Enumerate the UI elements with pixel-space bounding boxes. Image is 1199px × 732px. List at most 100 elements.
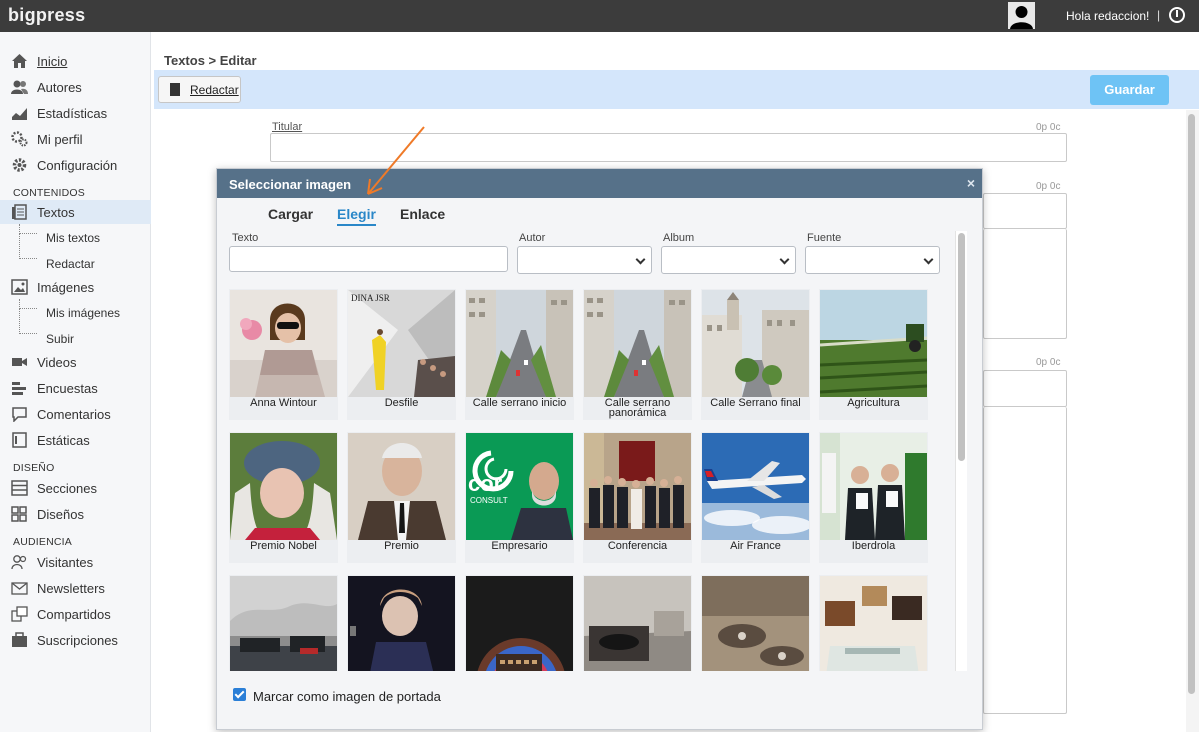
image-card[interactable]: Calle serrano panorámica	[583, 289, 692, 420]
image-thumbnail	[584, 576, 691, 671]
image-card[interactable]	[701, 575, 810, 671]
sidebar-item-label: Visitantes	[37, 555, 94, 570]
sidebar-item-label: Mis textos	[46, 231, 101, 245]
sidebar-item-label: Diseños	[37, 507, 84, 522]
texto-label: Texto	[232, 232, 259, 244]
image-thumbnail	[348, 576, 455, 671]
editor-toolbar	[154, 70, 1199, 109]
sidebar-item-disenos[interactable]: Diseños	[0, 502, 151, 526]
sidebar-item-newsletters[interactable]: Newsletters	[0, 576, 151, 600]
sidebar-item-configuracion[interactable]: Configuración	[0, 153, 151, 177]
sidebar-item-compartidos[interactable]: Compartidos	[0, 602, 151, 626]
cover-image-checkbox[interactable]	[233, 688, 246, 701]
sidebar-item-visitantes[interactable]: Visitantes	[0, 550, 151, 574]
svg-text:cor: cor	[468, 471, 503, 496]
image-card[interactable]: DINA JSR Desfile	[347, 289, 456, 420]
cover-image-checkbox-label[interactable]: Marcar como imagen de portada	[253, 689, 441, 704]
documents-icon	[12, 204, 27, 220]
album-select[interactable]	[661, 246, 796, 274]
sidebar-item-label: Comentarios	[37, 407, 111, 422]
annotation-arrow-icon	[367, 126, 425, 195]
image-caption: Desfile	[384, 397, 419, 409]
image-card[interactable]: Calle Serrano final	[701, 289, 810, 420]
sidebar-item-comentarios[interactable]: Comentarios	[0, 402, 151, 426]
image-card[interactable]	[347, 575, 456, 671]
image-card[interactable]	[819, 575, 928, 671]
image-icon	[11, 279, 28, 295]
tab-enlace[interactable]: Enlace	[400, 206, 445, 222]
sidebar-item-encuestas[interactable]: Encuestas	[0, 376, 151, 400]
home-icon	[12, 54, 27, 68]
sidebar-item-label: Autores	[37, 80, 82, 95]
body-toolbar[interactable]	[983, 370, 1067, 407]
sidebar-item-inicio[interactable]: Inicio	[0, 49, 151, 73]
sidebar-item-label: Redactar	[46, 257, 95, 271]
sidebar-item-autores[interactable]: Autores	[0, 75, 151, 99]
close-icon[interactable]: ×	[967, 175, 975, 191]
image-thumbnail	[584, 433, 691, 540]
sidebar-item-secciones[interactable]: Secciones	[0, 476, 151, 500]
image-card[interactable]: Agricultura	[819, 289, 928, 420]
save-button[interactable]: Guardar	[1090, 75, 1169, 105]
subtitle-counter: 0p 0c	[1036, 181, 1061, 192]
image-card[interactable]: Anna Wintour	[229, 289, 338, 420]
sections-icon	[11, 480, 28, 496]
image-card[interactable]	[465, 575, 574, 671]
user-greeting[interactable]: Hola redaccion!	[1066, 9, 1149, 23]
sidebar-item-label: Newsletters	[37, 581, 105, 596]
image-card[interactable]	[583, 575, 692, 671]
page-scrollbar[interactable]	[1186, 110, 1199, 732]
image-card[interactable]: Conferencia	[583, 432, 692, 563]
subtitle-input[interactable]	[983, 193, 1067, 229]
image-card[interactable]: Iberdrola	[819, 432, 928, 563]
image-card[interactable]: Air France	[701, 432, 810, 563]
power-icon[interactable]	[1169, 7, 1185, 23]
sidebar-item-label: Compartidos	[37, 607, 111, 622]
image-thumbnail	[584, 290, 691, 397]
image-card[interactable]	[229, 575, 338, 671]
body-editor[interactable]	[983, 407, 1067, 714]
redactar-button[interactable]: Redactar	[158, 76, 241, 103]
image-thumbnail	[702, 290, 809, 397]
sidebar-subitem-subir[interactable]: Subir	[0, 328, 151, 350]
sidebar-item-textos[interactable]: Textos	[0, 200, 151, 224]
scrollbar-thumb[interactable]	[1188, 114, 1195, 694]
document-icon	[170, 83, 180, 96]
subscriptions-icon	[12, 632, 27, 647]
sidebar-item-label: Estadísticas	[37, 106, 108, 121]
image-caption: Calle serrano inicio	[472, 397, 567, 409]
sidebar-item-label: Mi perfil	[37, 132, 83, 147]
fuente-select[interactable]	[805, 246, 940, 274]
image-card[interactable]: Premio	[347, 432, 456, 563]
fuente-label: Fuente	[807, 232, 842, 244]
texto-input[interactable]	[229, 246, 508, 272]
sidebar-subitem-redactar[interactable]: Redactar	[0, 253, 151, 275]
sidebar-item-videos[interactable]: Videos	[0, 350, 151, 374]
sidebar-item-suscripciones[interactable]: Suscripciones	[0, 628, 151, 652]
image-thumbnail	[820, 576, 927, 671]
brand-logo[interactable]: bigpress	[8, 5, 85, 26]
autor-select[interactable]	[517, 246, 652, 274]
newsletter-icon	[11, 582, 28, 595]
sidebar-item-label: Estáticas	[37, 433, 90, 448]
image-card[interactable]: cor CONSULT Empresario	[465, 432, 574, 563]
static-page-icon	[12, 432, 27, 448]
image-thumbnail	[230, 576, 337, 671]
sidebar-item-imagenes[interactable]: Imágenes	[0, 275, 151, 299]
sidebar-item-label: Subir	[46, 332, 75, 346]
image-card[interactable]: Premio Nobel	[229, 432, 338, 563]
sidebar-item-mi-perfil[interactable]: Mi perfil	[0, 127, 151, 151]
modal-scrollbar[interactable]	[955, 231, 967, 671]
tab-cargar[interactable]: Cargar	[268, 206, 313, 222]
sidebar-item-estaticas[interactable]: Estáticas	[0, 428, 151, 452]
avatar[interactable]	[1008, 2, 1035, 29]
image-card[interactable]: Calle serrano inicio	[465, 289, 574, 420]
scrollbar-thumb[interactable]	[958, 233, 965, 461]
sidebar-item-estadisticas[interactable]: Estadísticas	[0, 101, 151, 125]
image-grid: Anna Wintour DINA JSR Desfile Calle serr…	[229, 289, 945, 671]
image-caption: Air France	[730, 540, 781, 552]
chevron-down-icon	[923, 254, 934, 265]
svg-text:DINA JSR: DINA JSR	[351, 293, 390, 303]
tab-elegir[interactable]: Elegir	[337, 206, 376, 226]
summary-input[interactable]	[983, 229, 1067, 339]
